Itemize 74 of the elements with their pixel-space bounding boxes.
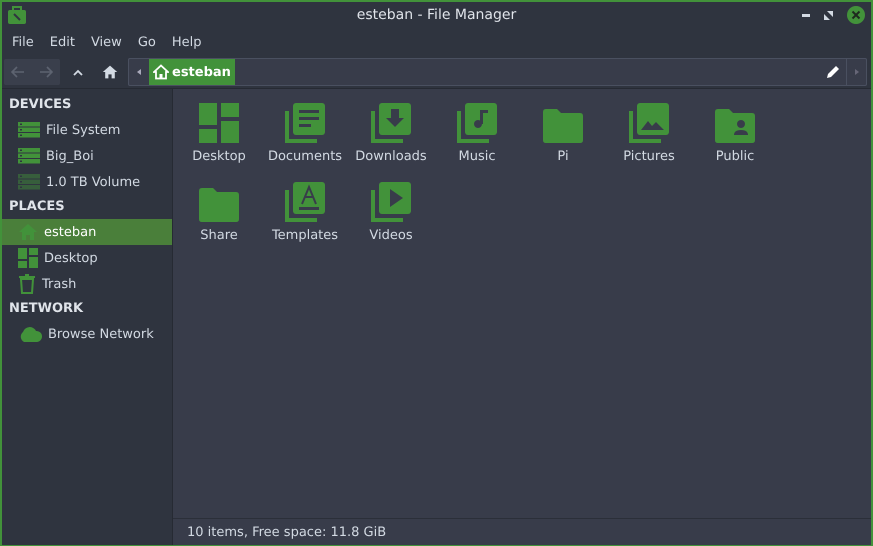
sidebar-item[interactable]: Trash	[2, 271, 172, 297]
sidebar-item[interactable]: esteban	[2, 219, 172, 245]
file-name: Public	[716, 149, 754, 164]
bag-icon	[8, 6, 26, 24]
sidebar-item[interactable]: Big_Boi	[2, 143, 172, 169]
section-heading: PLACES	[8, 198, 66, 216]
path-crumb[interactable]: esteban	[149, 59, 235, 85]
sidebar-item[interactable]: Desktop	[2, 245, 172, 271]
sidebar-item[interactable]: File System	[2, 117, 172, 143]
desktop-icon	[18, 248, 38, 268]
file-name: Pi	[557, 149, 569, 164]
menu-item[interactable]: File	[4, 34, 42, 50]
play-icon	[371, 182, 411, 222]
section-heading: DEVICES	[8, 96, 72, 114]
file-name: Music	[458, 149, 496, 164]
documents-icon	[285, 103, 325, 143]
folder-tile[interactable]: Share	[176, 180, 262, 259]
cloud-icon	[18, 326, 42, 342]
folder-tile[interactable]: Pi	[520, 101, 606, 180]
status-text: 10 items, Free space: 11.8 GiB	[187, 524, 386, 540]
sidebar-label: Big_Boi	[46, 148, 94, 164]
sidebar-label: 1.0 TB Volume	[46, 174, 140, 190]
folder-tile[interactable]: Public	[692, 101, 778, 180]
folder-tile[interactable]: Desktop	[176, 101, 262, 180]
file-name: Documents	[268, 149, 342, 164]
trash-icon	[18, 274, 36, 294]
sidebar-label: Browse Network	[48, 326, 154, 342]
drive-icon	[18, 122, 40, 138]
sidebar-item[interactable]: Browse Network	[2, 321, 172, 347]
folder-tile[interactable]: Downloads	[348, 101, 434, 180]
crumb-label: esteban	[172, 64, 231, 80]
caret-right-icon	[854, 69, 858, 75]
home-icon	[102, 64, 118, 80]
menu-item[interactable]: Help	[164, 34, 210, 50]
folder-tile[interactable]: Music	[434, 101, 520, 180]
file-name: Desktop	[192, 149, 246, 164]
drive-icon	[18, 174, 40, 190]
right-arrow-icon	[39, 66, 53, 78]
folder-person-icon	[715, 109, 755, 143]
section-heading: NETWORK	[8, 300, 84, 318]
pencil-icon[interactable]	[826, 65, 840, 79]
template-icon	[285, 182, 325, 222]
menu-item[interactable]: Edit	[42, 34, 83, 50]
folder-tile[interactable]: Videos	[348, 180, 434, 259]
maximize-icon[interactable]	[824, 10, 833, 20]
drive-icon	[18, 148, 40, 164]
desktop-icon	[199, 103, 239, 143]
folder-icon	[199, 188, 239, 222]
download-icon	[371, 103, 411, 143]
image-icon	[629, 103, 669, 143]
file-name: Downloads	[355, 149, 427, 164]
folder-tile[interactable]: Templates	[262, 180, 348, 259]
sidebar-label: File System	[46, 122, 120, 138]
caret-up-icon	[73, 68, 83, 76]
sidebar-label: Trash	[42, 276, 76, 292]
menu-item[interactable]: View	[82, 34, 130, 50]
left-arrow-icon	[11, 66, 25, 78]
menu-item[interactable]: Go	[130, 34, 164, 50]
folder-tile[interactable]: Documents	[262, 101, 348, 180]
close-icon[interactable]	[847, 6, 865, 24]
folder-icon	[543, 109, 583, 143]
file-name: Videos	[369, 228, 413, 243]
file-name: Templates	[272, 228, 338, 243]
minimize-icon[interactable]	[802, 14, 810, 16]
sidebar-label: esteban	[44, 224, 96, 240]
home-icon	[153, 64, 169, 80]
file-name: Pictures	[623, 149, 675, 164]
folder-tile[interactable]: Pictures	[606, 101, 692, 180]
sidebar-item[interactable]: 1.0 TB Volume	[2, 169, 172, 195]
sidebar-label: Desktop	[44, 250, 98, 266]
music-note-icon	[457, 103, 497, 143]
window-title: esteban - File Manager	[356, 7, 516, 23]
file-name: Share	[200, 228, 238, 243]
caret-left-icon	[137, 69, 141, 75]
